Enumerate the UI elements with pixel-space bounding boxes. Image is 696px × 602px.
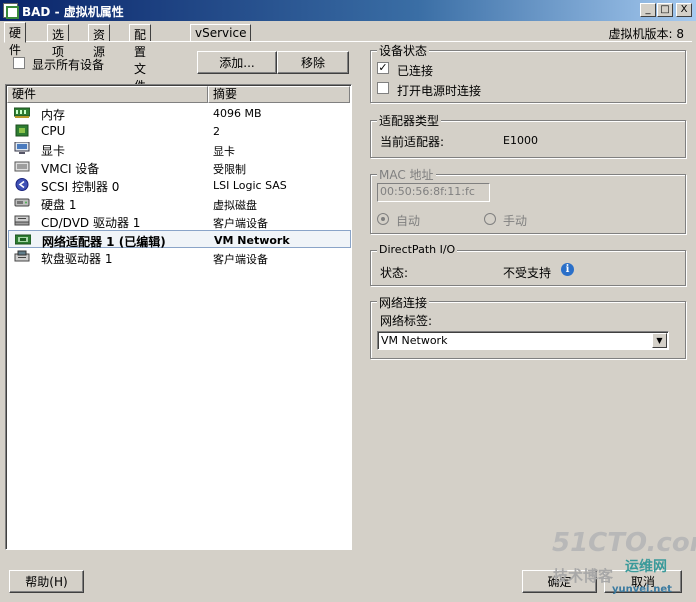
maximize-button[interactable]: □ — [657, 3, 673, 17]
tab-vservice[interactable]: vService — [190, 24, 252, 42]
list-item-floppy-drive[interactable]: 软盘驱动器 1 客户端设备 — [8, 248, 351, 266]
tab-hardware[interactable]: 硬件 — [4, 22, 27, 57]
network-label-value: VM Network — [381, 334, 448, 347]
network-adapter-icon — [15, 234, 31, 245]
directpath-status-label: 状态: — [380, 266, 409, 280]
connect-at-power-on-label: 打开电源时连接 — [397, 84, 482, 98]
window-titlebar[interactable]: BAD - 虚拟机属性 _ □ X — [0, 0, 696, 21]
mac-address-field[interactable]: 00:50:56:8f:11:fc — [377, 183, 490, 202]
hardware-name: 软盘驱动器 1 — [41, 252, 113, 266]
hardware-summary: 虚拟磁盘 — [213, 199, 257, 212]
minimize-button[interactable]: _ — [640, 3, 656, 17]
hardware-name: CPU — [41, 124, 66, 138]
hardware-summary: 4096 MB — [213, 107, 262, 120]
hardware-name: 内存 — [41, 108, 66, 122]
close-button[interactable]: X — [676, 3, 692, 17]
video-card-icon — [14, 142, 30, 154]
hardware-summary: 客户端设备 — [213, 217, 268, 230]
network-label-label: 网络标签: — [380, 314, 433, 328]
tab-profiles[interactable]: 配置文件 — [129, 24, 152, 93]
list-item-cpu[interactable]: CPU 2 — [8, 122, 351, 140]
mac-manual-label: 手动 — [503, 214, 528, 228]
directpath-title: DirectPath I/O — [377, 243, 458, 256]
hardware-name: CD/DVD 驱动器 1 — [41, 216, 141, 230]
show-all-devices-checkbox[interactable] — [13, 57, 25, 69]
mac-manual-radio[interactable] — [484, 213, 496, 225]
tab-resources[interactable]: 资源 — [88, 24, 111, 59]
connected-checkbox[interactable]: ✓ — [377, 62, 389, 74]
mac-auto-radio[interactable] — [377, 213, 389, 225]
list-item-network-adapter[interactable]: 网络适配器 1 (已编辑) VM Network — [8, 230, 351, 249]
hardware-summary: 显卡 — [213, 145, 235, 158]
info-icon[interactable]: i — [561, 263, 574, 276]
tab-options[interactable]: 选项 — [47, 24, 70, 59]
column-header-hardware[interactable]: 硬件 — [7, 86, 208, 103]
list-item-memory[interactable]: 内存 4096 MB — [8, 104, 351, 122]
connected-label: 已连接 — [397, 64, 434, 78]
list-item-scsi-controller[interactable]: SCSI 控制器 0 LSI Logic SAS — [8, 176, 351, 194]
chevron-down-icon[interactable]: ▼ — [652, 333, 667, 348]
tab-panel-border — [4, 41, 692, 42]
hardware-name: 显卡 — [41, 144, 66, 158]
directpath-status-value: 不受支持 — [503, 266, 552, 280]
watermark-51cto: 51CTO.com — [552, 528, 696, 558]
floppy-icon — [14, 250, 30, 262]
vmci-icon — [14, 161, 30, 172]
vm-version: 虚拟机版本: 8 — [608, 27, 685, 41]
adapter-type-title: 适配器类型 — [377, 112, 442, 129]
list-item-vmci[interactable]: VMCI 设备 受限制 — [8, 158, 351, 176]
memory-icon — [14, 107, 30, 118]
help-button[interactable]: 帮助(H) — [9, 570, 84, 593]
connect-at-power-on-checkbox[interactable] — [377, 82, 389, 94]
watermark-site: yunvei.net — [612, 584, 672, 595]
window-title: BAD - 虚拟机属性 — [22, 5, 124, 19]
show-all-devices-label: 显示所有设备 — [32, 58, 105, 72]
network-label-select[interactable]: VM Network ▼ — [377, 331, 669, 350]
list-item-hard-disk[interactable]: 硬盘 1 虚拟磁盘 — [8, 194, 351, 212]
remove-button[interactable]: 移除 — [277, 51, 349, 74]
add-button[interactable]: 添加... — [197, 51, 277, 74]
watermark-yunwei: 运维网 — [625, 559, 667, 575]
vm-app-icon — [3, 3, 19, 19]
hardware-summary: 受限制 — [213, 163, 246, 176]
hardware-summary: VM Network — [214, 234, 290, 247]
mac-auto-label: 自动 — [396, 214, 421, 228]
hardware-name: SCSI 控制器 0 — [41, 180, 120, 194]
column-header-summary[interactable]: 摘要 — [208, 86, 350, 103]
hardware-name: 硬盘 1 — [41, 198, 77, 212]
hardware-summary: 2 — [213, 125, 220, 138]
hardware-list[interactable]: 硬件 摘要 内存 4096 MB CPU 2 显卡 显卡 VMCI 设备 受限制… — [5, 84, 352, 550]
hardware-summary: 客户端设备 — [213, 253, 268, 266]
current-adapter-label: 当前适配器: — [380, 135, 445, 149]
cdrom-icon — [14, 215, 30, 226]
scsi-icon — [15, 178, 29, 191]
cpu-icon — [15, 124, 29, 137]
list-item-cd-dvd-drive[interactable]: CD/DVD 驱动器 1 客户端设备 — [8, 212, 351, 230]
current-adapter-value: E1000 — [503, 134, 538, 147]
mac-address-title: MAC 地址 — [377, 166, 436, 183]
hardware-summary: LSI Logic SAS — [213, 179, 287, 192]
hardware-name: VMCI 设备 — [41, 162, 100, 176]
network-connection-title: 网络连接 — [377, 294, 430, 311]
device-status-title: 设备状态 — [377, 42, 430, 59]
hard-disk-icon — [14, 198, 30, 207]
list-item-video-card[interactable]: 显卡 显卡 — [8, 140, 351, 158]
watermark-tech-blog: 技术博客 — [553, 567, 614, 585]
